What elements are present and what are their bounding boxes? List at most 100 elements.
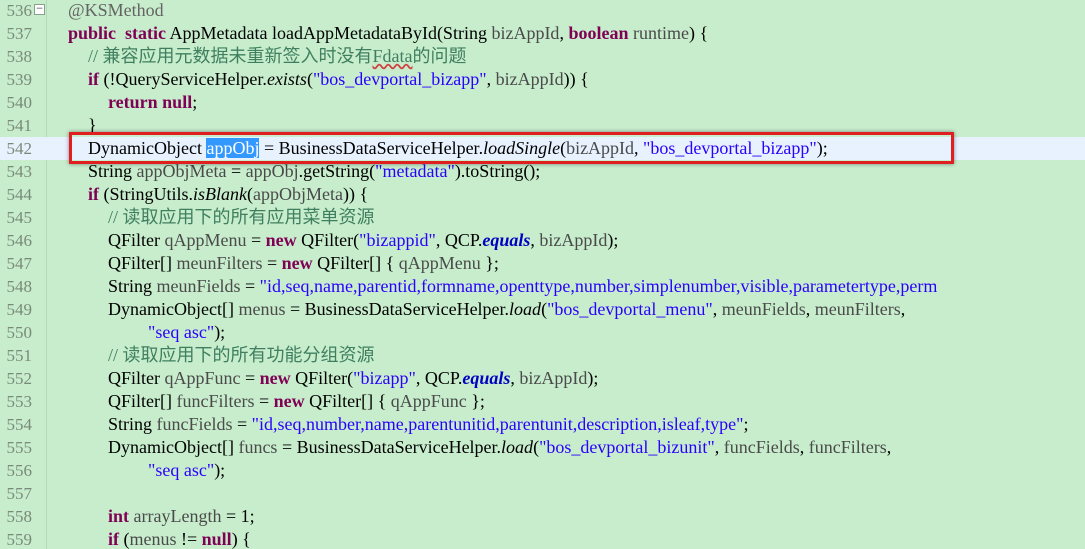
code-line[interactable]: 556 "seq asc"); bbox=[0, 459, 1085, 482]
code-text[interactable]: // 读取应用下的所有功能分组资源 bbox=[108, 344, 375, 367]
code-text[interactable]: @KSMethod bbox=[68, 0, 164, 22]
code-token: = bbox=[254, 391, 274, 411]
code-token: bizAppId bbox=[539, 230, 608, 250]
code-token: "bos_devportal_bizunit" bbox=[539, 437, 715, 457]
code-token: String bbox=[88, 161, 137, 181]
code-token: new bbox=[265, 230, 297, 250]
code-text[interactable]: public static AppMetadata loadAppMetadat… bbox=[68, 22, 708, 45]
code-token: "id,seq,name,parentid,formname,openttype… bbox=[259, 276, 938, 296]
code-token: String bbox=[108, 276, 157, 296]
code-text[interactable]: DynamicObject[] menus = BusinessDataServ… bbox=[108, 298, 905, 321]
code-line[interactable]: 558 int arrayLength = 1; bbox=[0, 505, 1085, 528]
code-token: bizAppId bbox=[491, 23, 560, 43]
code-token: , bbox=[900, 299, 906, 319]
code-token: int bbox=[108, 506, 130, 526]
code-token: "bizappid" bbox=[359, 230, 436, 250]
code-token: funcFilters bbox=[176, 391, 255, 411]
code-line[interactable]: 549 DynamicObject[] menus = BusinessDataS… bbox=[0, 298, 1085, 321]
code-text[interactable]: QFilter qAppMenu = new QFilter("bizappid… bbox=[108, 229, 618, 252]
code-token: load bbox=[509, 299, 542, 319]
code-token: equals bbox=[462, 368, 511, 388]
code-token: ); bbox=[214, 322, 226, 342]
code-text[interactable]: if (StringUtils.isBlank(appObjMeta)) { bbox=[88, 183, 368, 206]
code-line[interactable]: 551 // 读取应用下的所有功能分组资源 bbox=[0, 344, 1085, 367]
code-line[interactable]: 559 if (menus != null) { bbox=[0, 528, 1085, 549]
code-text[interactable]: int arrayLength = 1; bbox=[108, 505, 255, 528]
code-line[interactable]: 552 QFilter qAppFunc = new QFilter("bizap… bbox=[0, 367, 1085, 390]
code-token: = bbox=[246, 230, 266, 250]
code-token: ; bbox=[192, 92, 198, 112]
code-line[interactable]: 546 QFilter qAppMenu = new QFilter("bizap… bbox=[0, 229, 1085, 252]
code-text[interactable]: DynamicObject[] funcs = BusinessDataServ… bbox=[108, 436, 891, 459]
code-text[interactable]: QFilter[] meunFilters = new QFilter[] { … bbox=[108, 252, 499, 275]
code-token: bizAppId bbox=[519, 368, 588, 388]
code-token: }; bbox=[480, 253, 499, 273]
code-text[interactable]: "seq asc"); bbox=[148, 459, 225, 482]
line-number: 543 bbox=[6, 162, 33, 181]
code-token: , bbox=[799, 437, 809, 457]
code-line[interactable]: 555 DynamicObject[] funcs = BusinessDataS… bbox=[0, 436, 1085, 459]
code-token: QFilter[] bbox=[108, 391, 177, 411]
line-number: 554 bbox=[6, 415, 33, 434]
code-token: ) { bbox=[231, 529, 251, 549]
code-token: , QCP. bbox=[435, 230, 483, 250]
code-token: null bbox=[162, 92, 193, 112]
code-token: // 兼容应用元数据未重新签入时没有 bbox=[88, 46, 373, 66]
line-number: 541 bbox=[6, 116, 33, 135]
code-line[interactable]: 545 // 读取应用下的所有应用菜单资源 bbox=[0, 206, 1085, 229]
code-text[interactable]: QFilter qAppFunc = new QFilter("bizapp",… bbox=[108, 367, 598, 390]
code-token: isBlank bbox=[193, 184, 248, 204]
code-text[interactable]: if (!QueryServiceHelper.exists("bos_devp… bbox=[88, 68, 589, 91]
code-token: exists bbox=[266, 69, 307, 89]
code-line[interactable]: 544 if (StringUtils.isBlank(appObjMeta)) … bbox=[0, 183, 1085, 206]
code-line[interactable]: 550 "seq asc"); bbox=[0, 321, 1085, 344]
code-line[interactable]: 557 bbox=[0, 482, 1085, 505]
code-token: QFilter[] { bbox=[312, 253, 399, 273]
code-text[interactable]: String meunFields = "id,seq,name,parenti… bbox=[108, 275, 937, 298]
code-token: = bbox=[240, 368, 260, 388]
code-text[interactable]: // 读取应用下的所有应用菜单资源 bbox=[108, 206, 375, 229]
code-editor[interactable]: 536− @KSMethod 537 public static AppMetadat… bbox=[0, 0, 1085, 549]
code-token: ); bbox=[214, 460, 226, 480]
code-token: funcs bbox=[238, 437, 278, 457]
code-text[interactable]: return null; bbox=[108, 91, 197, 114]
code-token: qAppFunc bbox=[164, 368, 241, 388]
line-number: 542 bbox=[6, 139, 33, 158]
fold-toggle-icon[interactable]: − bbox=[34, 4, 45, 15]
code-line[interactable]: 537 public static AppMetadata loadAppMeta… bbox=[0, 22, 1085, 45]
code-line[interactable]: 553 QFilter[] funcFilters = new QFilter[]… bbox=[0, 390, 1085, 413]
line-number: 549 bbox=[6, 300, 33, 319]
code-line[interactable]: 538 // 兼容应用元数据未重新签入时没有Fdata的问题 bbox=[0, 45, 1085, 68]
code-text[interactable]: // 兼容应用元数据未重新签入时没有Fdata的问题 bbox=[88, 45, 467, 68]
code-text[interactable]: if (menus != null) { bbox=[108, 528, 251, 549]
code-text[interactable]: String funcFields = "id,seq,number,name,… bbox=[108, 413, 749, 436]
code-token: = bbox=[240, 276, 260, 296]
code-line[interactable]: 554 String funcFields = "id,seq,number,na… bbox=[0, 413, 1085, 436]
code-line[interactable]: 540 return null; bbox=[0, 91, 1085, 114]
line-number: 555 bbox=[6, 438, 33, 457]
code-line[interactable]: 547 QFilter[] meunFilters = new QFilter[]… bbox=[0, 252, 1085, 275]
code-text[interactable]: "seq asc"); bbox=[148, 321, 225, 344]
line-number: 536 bbox=[6, 1, 33, 20]
code-token: menus bbox=[129, 529, 177, 549]
code-line[interactable]: 539 if (!QueryServiceHelper.exists("bos_d… bbox=[0, 68, 1085, 91]
code-token: ( bbox=[119, 529, 130, 549]
line-number: 547 bbox=[6, 254, 33, 273]
line-number: 553 bbox=[6, 392, 33, 411]
code-token: appObj bbox=[245, 161, 299, 181]
code-token: , bbox=[714, 437, 724, 457]
code-token: qAppMenu bbox=[164, 230, 247, 250]
code-token: }; bbox=[466, 391, 485, 411]
code-token: if bbox=[88, 184, 99, 204]
code-line[interactable]: 548 String meunFields = "id,seq,name,pare… bbox=[0, 275, 1085, 298]
line-number: 550 bbox=[6, 323, 33, 342]
code-token: QFilter( bbox=[296, 230, 360, 250]
line-number: 538 bbox=[6, 47, 33, 66]
code-token: = 1; bbox=[221, 506, 255, 526]
code-token: meunFilters bbox=[814, 299, 901, 319]
code-text[interactable]: QFilter[] funcFilters = new QFilter[] { … bbox=[108, 390, 485, 413]
code-line[interactable]: 536− @KSMethod bbox=[0, 0, 1085, 22]
code-token: bizAppId bbox=[495, 69, 564, 89]
code-token: (StringUtils. bbox=[99, 184, 194, 204]
